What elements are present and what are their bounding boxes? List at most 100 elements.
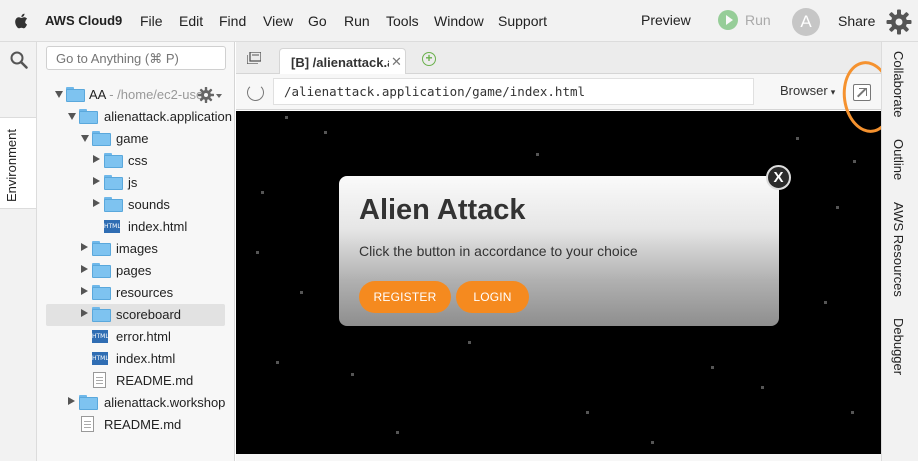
- tree-item-readme[interactable]: README.md: [37, 370, 235, 392]
- share-button[interactable]: Share: [838, 13, 875, 29]
- tab-aws-resources[interactable]: AWS Resources: [891, 202, 906, 297]
- tree-item-label: alienattack.application: [104, 109, 232, 124]
- document-icon: [81, 416, 94, 432]
- tab-environment[interactable]: Environment: [0, 117, 36, 209]
- expand-right-icon[interactable]: [68, 397, 75, 405]
- star: [824, 301, 827, 304]
- menu-run[interactable]: Run: [344, 13, 370, 29]
- url-input[interactable]: /alienattack.application/game/index.html: [273, 78, 754, 105]
- play-icon: [718, 10, 738, 30]
- tree-item-pages[interactable]: pages: [37, 260, 235, 282]
- star: [468, 341, 471, 344]
- search-icon[interactable]: [10, 51, 28, 69]
- tab-outline[interactable]: Outline: [891, 139, 906, 180]
- run-label: Run: [745, 12, 771, 28]
- expand-right-icon[interactable]: [81, 243, 88, 251]
- add-tab-icon[interactable]: +: [422, 52, 436, 66]
- star: [261, 191, 264, 194]
- gear-icon[interactable]: [886, 9, 912, 35]
- tree-item-game-index-html[interactable]: HTML index.html: [37, 216, 235, 238]
- tree-item-css[interactable]: css: [37, 150, 235, 172]
- star: [396, 431, 399, 434]
- star: [761, 386, 764, 389]
- tree-item-alienattack-application[interactable]: alienattack.application: [37, 106, 235, 128]
- tree-root-path: - /home/ec2-use: [105, 87, 204, 102]
- tree-item-error-html[interactable]: HTML error.html: [37, 326, 235, 348]
- goto-anything-input[interactable]: [46, 46, 226, 70]
- user-avatar[interactable]: A: [792, 8, 820, 36]
- expand-down-icon[interactable]: [55, 91, 63, 98]
- html-file-icon: HTML: [92, 330, 109, 343]
- expand-right-icon[interactable]: [81, 287, 88, 295]
- menu-file[interactable]: File: [140, 13, 163, 29]
- tab-collaborate[interactable]: Collaborate: [891, 51, 906, 118]
- menu-view[interactable]: View: [263, 13, 293, 29]
- login-button[interactable]: LOGIN: [456, 281, 529, 313]
- folder-icon: [92, 285, 111, 300]
- tree-root[interactable]: AA - /home/ec2-use: [37, 84, 235, 106]
- caret-down-icon: ▾: [830, 87, 836, 97]
- tree-item-alienattack-workshop[interactable]: alienattack.workshop: [37, 392, 235, 414]
- tree-item-label: error.html: [116, 329, 171, 344]
- tree-item-resources[interactable]: resources: [37, 282, 235, 304]
- tree-item-label: resources: [116, 285, 174, 300]
- tree-item-index-html[interactable]: HTML index.html: [37, 348, 235, 370]
- star: [796, 137, 799, 140]
- menu-go[interactable]: Go: [308, 13, 327, 29]
- tab-browser-preview[interactable]: [B] /alienattack.a ✕: [279, 48, 406, 75]
- right-sidebar: Collaborate Outline AWS Resources Debugg…: [881, 42, 918, 461]
- tree-item-label: index.html: [116, 351, 176, 366]
- star: [300, 291, 303, 294]
- folder-icon: [92, 131, 111, 146]
- browser-dropdown[interactable]: Browser ▾: [780, 83, 835, 98]
- reload-icon[interactable]: [247, 84, 264, 101]
- expand-right-icon[interactable]: [81, 309, 88, 317]
- tree-item-images[interactable]: images: [37, 238, 235, 260]
- tab-environment-label: Environment: [4, 129, 19, 202]
- tree-item-sounds[interactable]: sounds: [37, 194, 235, 216]
- folder-icon: [104, 153, 123, 168]
- tree-item-root-readme[interactable]: README.md: [37, 414, 235, 436]
- star: [285, 116, 288, 119]
- folder-icon: [92, 241, 111, 256]
- tree-item-js[interactable]: js: [37, 172, 235, 194]
- expand-right-icon[interactable]: [93, 177, 100, 185]
- tree-item-label: alienattack.workshop: [104, 395, 226, 410]
- expand-right-icon[interactable]: [93, 155, 100, 163]
- tree-item-game[interactable]: game: [37, 128, 235, 150]
- menu-find[interactable]: Find: [219, 13, 246, 29]
- settings-icon[interactable]: [198, 86, 224, 104]
- preview-button[interactable]: Preview: [641, 12, 691, 28]
- tree-item-label: game: [116, 131, 149, 146]
- expand-down-icon[interactable]: [68, 113, 76, 120]
- tree-item-scoreboard[interactable]: scoreboard: [46, 304, 225, 326]
- menu-support[interactable]: Support: [498, 13, 547, 29]
- tree-item-label: js: [128, 175, 138, 190]
- register-button[interactable]: REGISTER: [359, 281, 451, 313]
- expand-down-icon[interactable]: [81, 135, 89, 142]
- menu-window[interactable]: Window: [434, 13, 484, 29]
- tab-debugger[interactable]: Debugger: [891, 318, 906, 375]
- game-dialog: X Alien Attack Click the button in accor…: [339, 165, 791, 326]
- folder-icon: [79, 109, 98, 124]
- menu-edit[interactable]: Edit: [179, 13, 203, 29]
- close-tab-icon[interactable]: ✕: [391, 54, 402, 70]
- browser-dropdown-label: Browser: [780, 83, 828, 98]
- game-title: Alien Attack: [359, 194, 526, 226]
- star: [853, 160, 856, 163]
- folder-icon: [92, 307, 111, 322]
- expand-right-icon[interactable]: [93, 199, 100, 207]
- expand-right-icon[interactable]: [81, 265, 88, 273]
- folder-icon: [104, 175, 123, 190]
- pop-out-icon[interactable]: [853, 84, 871, 101]
- game-message: Click the button in accordance to your c…: [359, 243, 638, 259]
- game-canvas[interactable]: X Alien Attack Click the button in accor…: [236, 111, 881, 454]
- tree-item-label: images: [116, 241, 158, 256]
- close-dialog-button[interactable]: X: [766, 165, 791, 190]
- editor-bottom-strip: [236, 454, 881, 461]
- tabs-menu-icon[interactable]: [247, 52, 261, 64]
- tree-item-label: index.html: [128, 219, 188, 234]
- folder-icon: [92, 263, 111, 278]
- star: [651, 441, 654, 444]
- menu-tools[interactable]: Tools: [386, 13, 419, 29]
